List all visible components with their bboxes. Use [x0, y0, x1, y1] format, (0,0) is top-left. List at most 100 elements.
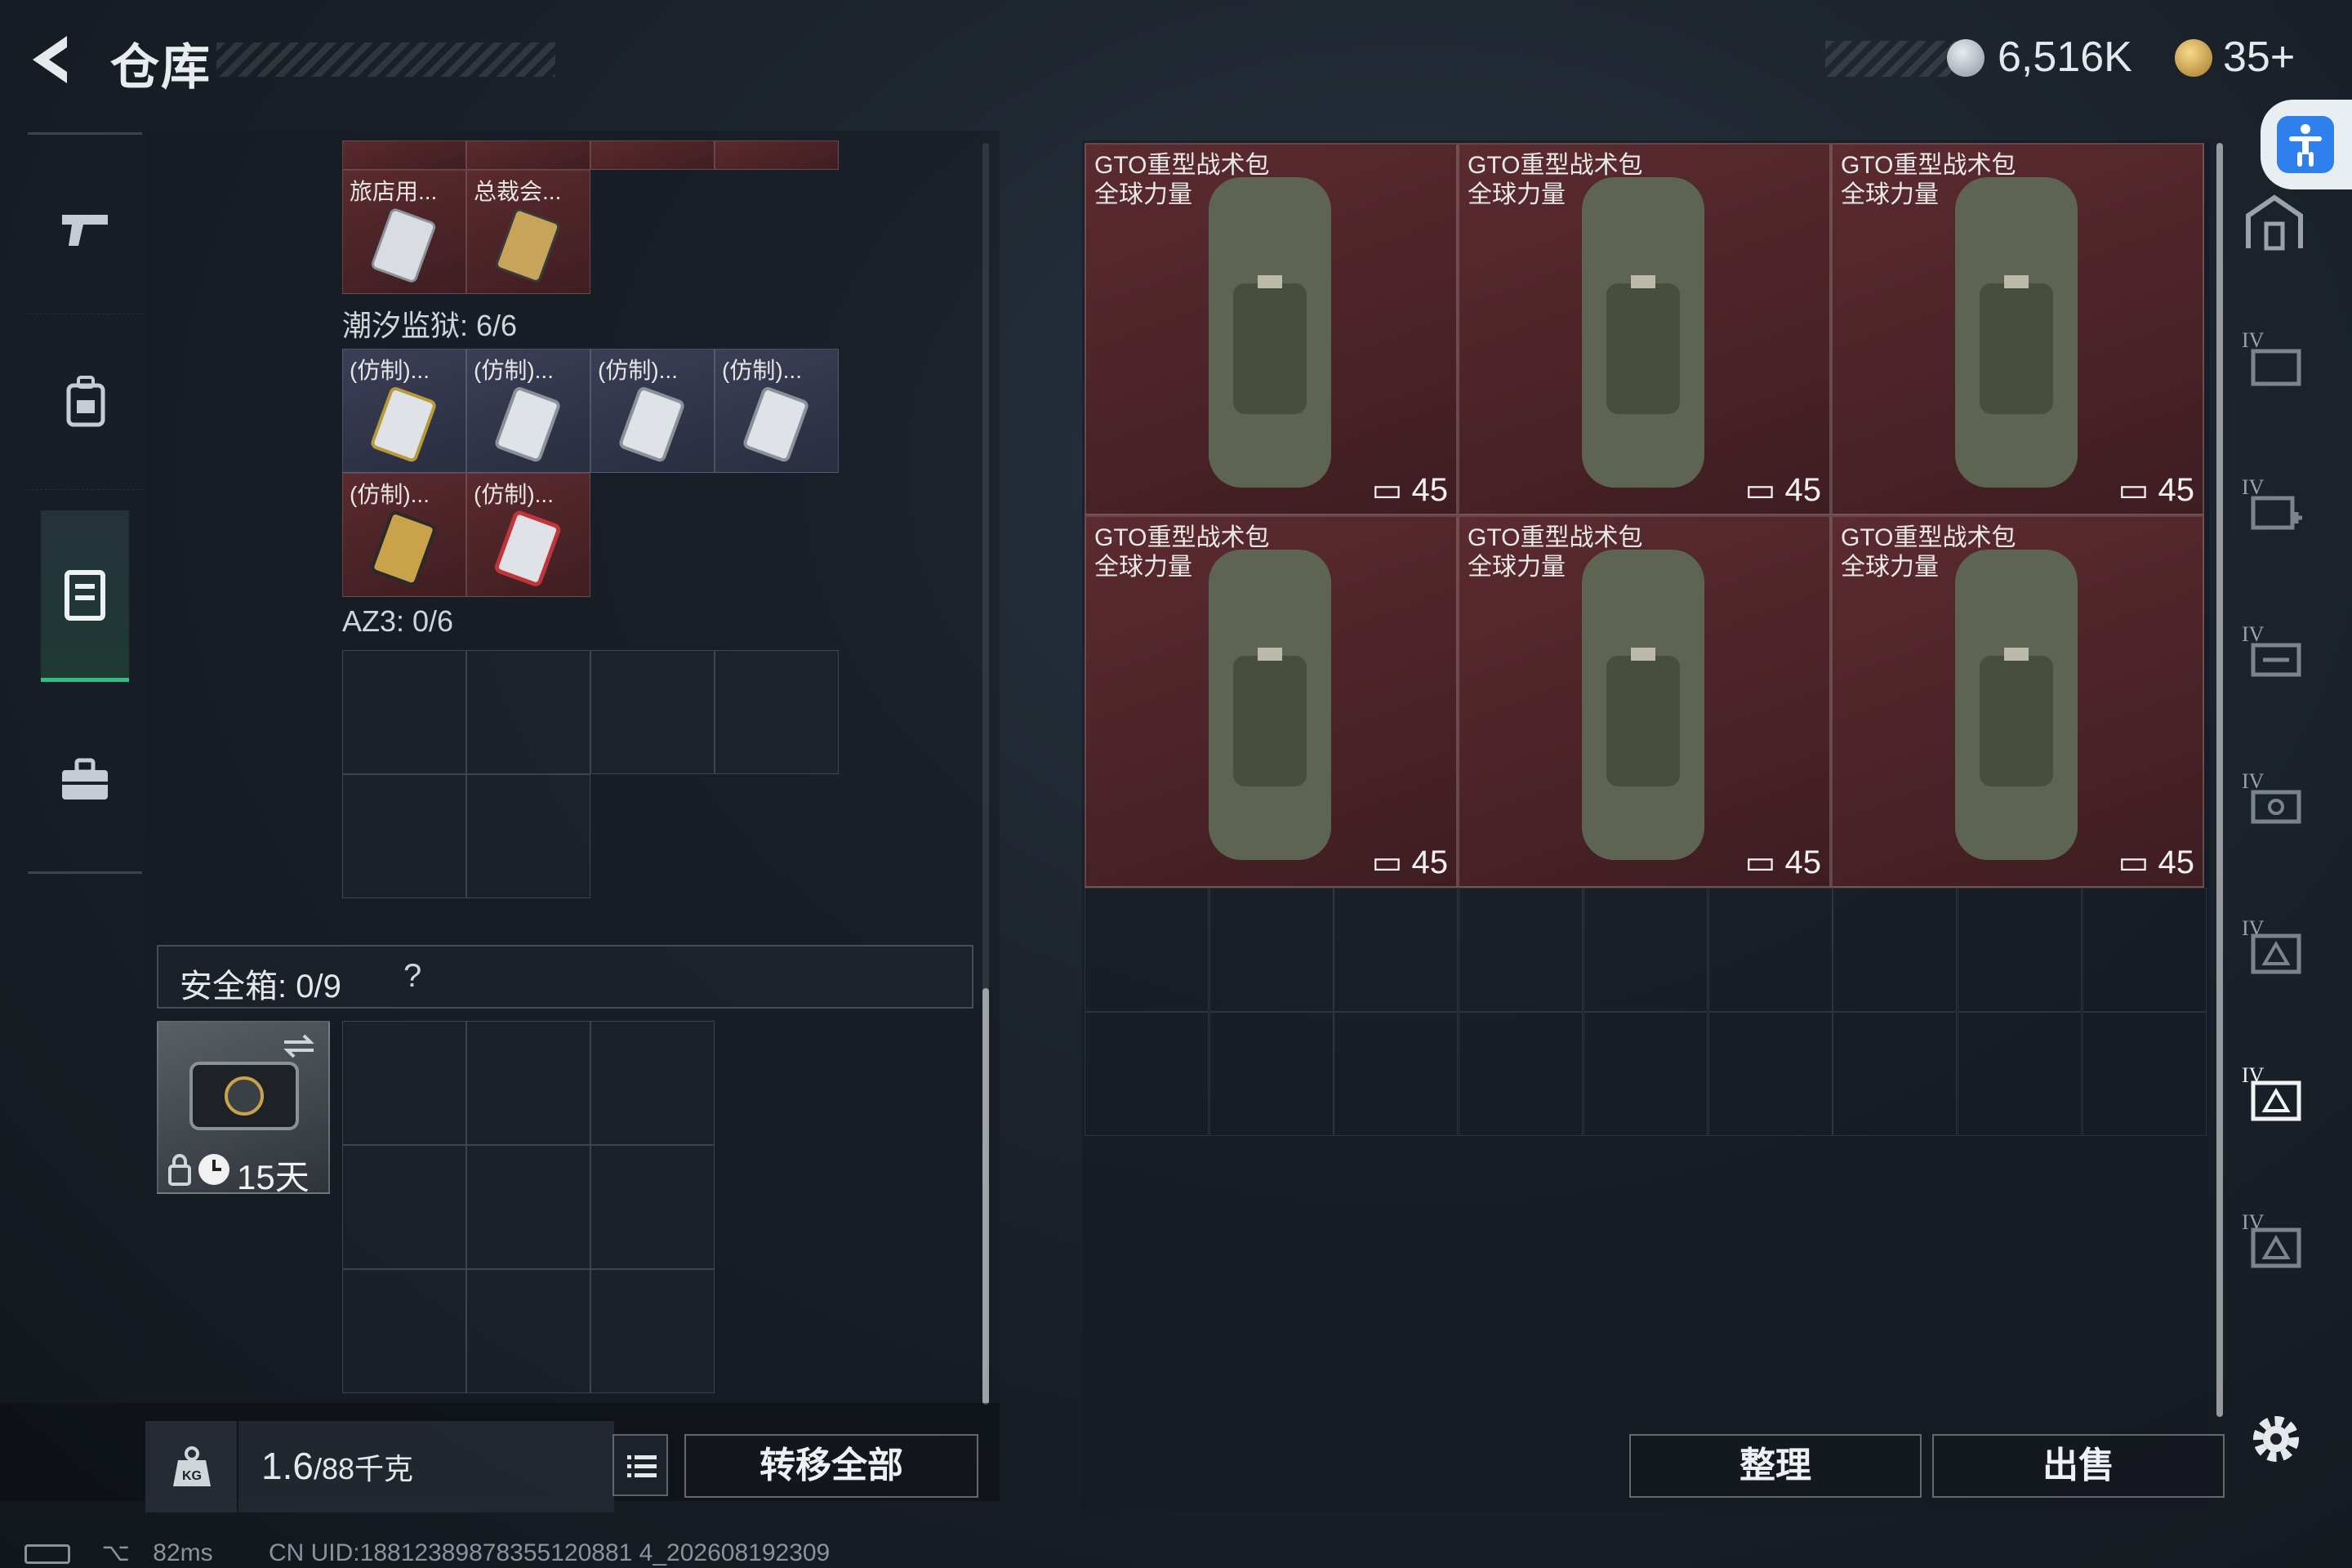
weight-current: 1.6 [261, 1445, 314, 1487]
rail-item-tools[interactable] [28, 698, 142, 870]
keycard-item[interactable]: (仿制)... [590, 349, 715, 473]
tab-storage-weapons[interactable]: IV [2234, 612, 2315, 743]
capacity-value: 45 [1411, 472, 1449, 508]
warehouse-slot[interactable] [1085, 1012, 1209, 1136]
backpack-icon [66, 376, 105, 427]
safe-slot[interactable] [590, 1021, 715, 1145]
backpack-item[interactable]: GTO重型战术包 全球力量 ▭ 45 [1458, 143, 1831, 515]
battery-icon [24, 1544, 70, 1565]
list-button[interactable] [612, 1434, 668, 1496]
keycard-item[interactable]: (仿制)... [715, 349, 839, 473]
grid-cell[interactable] [715, 140, 839, 170]
gear-icon [2253, 1416, 2299, 1462]
tab-storage-medical[interactable]: IV [2234, 466, 2315, 596]
capacity-label: ▭ 45 [1745, 844, 1821, 881]
rail-item-weapons[interactable] [28, 143, 142, 314]
silver-coin-icon [1947, 39, 1984, 77]
warehouse-slot[interactable] [1334, 1012, 1459, 1136]
inventory-scrollbar-thumb[interactable] [982, 988, 989, 1405]
backpack-item[interactable]: GTO重型战术包 全球力量 ▭ 45 [1085, 143, 1458, 515]
warehouse-slot[interactable] [1459, 888, 1584, 1012]
safe-slot[interactable] [342, 1145, 466, 1269]
keycard-item[interactable]: (仿制)... [342, 349, 466, 473]
warehouse-slot[interactable] [1334, 888, 1459, 1012]
sort-button[interactable]: 整理 [1629, 1434, 1922, 1498]
vest-icon [65, 570, 105, 621]
uid-text: CN UID:18812389878355120881 4_2026081923… [268, 1539, 831, 1566]
warehouse-slot[interactable] [1583, 1012, 1708, 1136]
settings-button[interactable] [2246, 1409, 2306, 1469]
safe-slot[interactable] [342, 1021, 466, 1145]
rail-item-backpacks[interactable] [28, 318, 142, 490]
empty-slot[interactable] [590, 650, 715, 774]
keycard-item[interactable]: 总裁会... [466, 170, 590, 294]
backpack-image [1955, 550, 2078, 860]
warehouse-slot[interactable] [1209, 1012, 1334, 1136]
warehouse-slot[interactable] [1583, 888, 1708, 1012]
keycard-icon [743, 387, 808, 462]
backpack-item[interactable]: GTO重型战术包 全球力量 ▭ 45 [1458, 515, 1831, 888]
gun-case-icon [2251, 643, 2301, 677]
grid-cell[interactable] [342, 140, 466, 170]
safe-box-item[interactable]: 15天 [157, 1021, 330, 1196]
backpack-item[interactable]: GTO重型战术包 全球力量 ▭ 45 [1085, 515, 1458, 888]
grid-cell[interactable] [466, 140, 590, 170]
keycard-item[interactable]: 旅店用... [342, 170, 466, 294]
keycard-icon [371, 387, 436, 462]
safe-slot[interactable] [342, 1269, 466, 1393]
backpack-image [1582, 177, 1704, 488]
empty-slot[interactable] [715, 650, 839, 774]
warehouse-slot[interactable] [1833, 1012, 1958, 1136]
accessibility-button[interactable] [2261, 100, 2352, 189]
warehouse-slot[interactable] [1085, 888, 1209, 1012]
safe-timer: 15天 [237, 1158, 310, 1196]
warehouse-slot[interactable] [1708, 1012, 1833, 1136]
crate-icon [2251, 1080, 2301, 1121]
title-decoration [216, 42, 555, 77]
empty-slot[interactable] [466, 774, 590, 898]
empty-slot[interactable] [342, 650, 466, 774]
warehouse-scrollbar[interactable] [2216, 143, 2223, 1417]
grid-cell[interactable] [590, 140, 715, 170]
backpack-item[interactable]: GTO重型战术包 全球力量 ▭ 45 [1831, 143, 2204, 515]
keycard-item[interactable]: (仿制)... [342, 473, 466, 597]
weight-icon-box: KG [145, 1421, 237, 1512]
safe-slot[interactable] [466, 1145, 590, 1269]
rail-item-vests[interactable] [41, 510, 129, 682]
tab-storage-ammo[interactable]: IV [2234, 906, 2315, 1037]
clock-icon [198, 1154, 229, 1185]
sell-button[interactable]: 出售 [1932, 1434, 2225, 1498]
tab-all-storage[interactable] [2234, 180, 2315, 310]
empty-slot[interactable] [466, 650, 590, 774]
empty-slot[interactable] [342, 774, 466, 898]
back-button[interactable] [24, 31, 82, 88]
tab-storage-gear[interactable]: IV [2234, 760, 2315, 890]
warehouse-slot[interactable] [1708, 888, 1833, 1012]
safe-slot[interactable] [590, 1269, 715, 1393]
warehouse-slot[interactable] [1957, 1012, 2082, 1136]
tab-storage-extra[interactable]: IV [2234, 1200, 2315, 1331]
help-icon[interactable]: ? [403, 958, 421, 995]
folder-icon [2251, 349, 2301, 386]
safe-slot[interactable] [466, 1269, 590, 1393]
warehouse-slot[interactable] [1459, 1012, 1584, 1136]
capacity-label: ▭ 45 [1372, 844, 1448, 881]
tab-storage-1[interactable]: IV [2234, 318, 2315, 449]
safe-slot[interactable] [466, 1021, 590, 1145]
weight-value: 1.6/88千克 [261, 1444, 413, 1488]
tab-storage-active[interactable]: IV [2234, 1054, 2315, 1184]
warehouse-slot[interactable] [1209, 888, 1334, 1012]
keycard-item[interactable]: (仿制)... [466, 349, 590, 473]
transfer-all-button[interactable]: 转移全部 [684, 1434, 978, 1498]
crate-icon [2251, 1227, 2301, 1268]
backpack-item[interactable]: GTO重型战术包 全球力量 ▭ 45 [1831, 515, 2204, 888]
accessibility-icon [2277, 116, 2334, 173]
warehouse-slot[interactable] [1833, 888, 1958, 1012]
keycard-item[interactable]: (仿制)... [466, 473, 590, 597]
safe-slot[interactable] [590, 1145, 715, 1269]
warehouse-slot[interactable] [2082, 888, 2207, 1012]
gold-coin-icon [2175, 39, 2212, 77]
warehouse-slot[interactable] [2082, 1012, 2207, 1136]
warehouse-slot[interactable] [1957, 888, 2082, 1012]
currency-secondary[interactable]: 35+ [2223, 33, 2295, 82]
